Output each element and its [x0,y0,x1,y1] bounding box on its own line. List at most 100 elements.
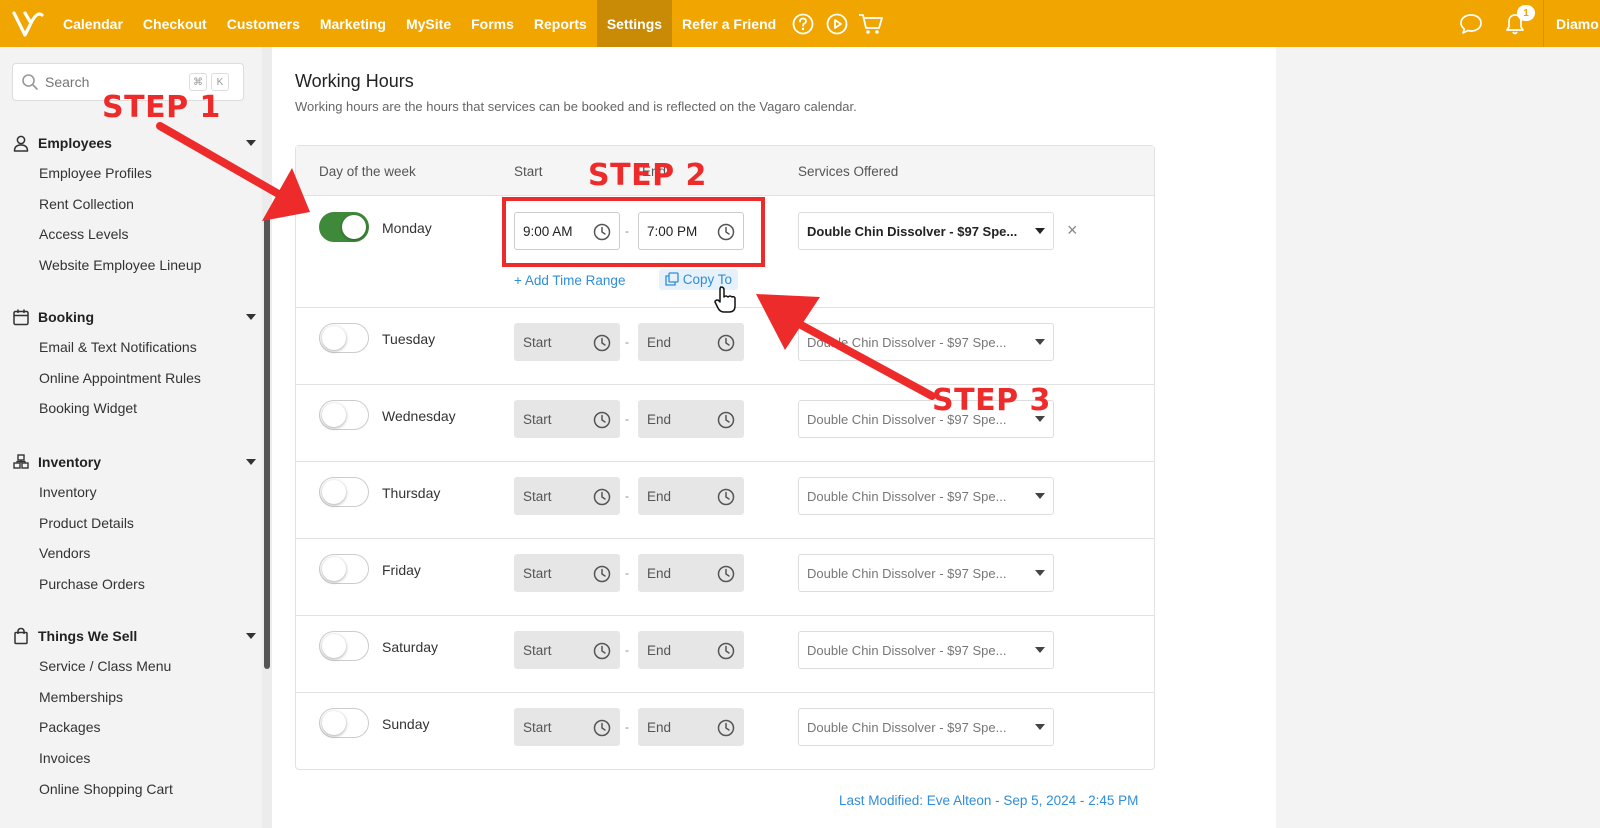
sidebar-header-inventory[interactable]: Inventory [0,447,262,477]
sidebar-item-online-shopping-cart[interactable]: Online Shopping Cart [0,773,262,804]
add-time-range-link[interactable]: + Add Time Range [514,273,625,288]
sidebar-item-service-class-menu[interactable]: Service / Class Menu [0,651,262,682]
sidebar-item-access-levels[interactable]: Access Levels [0,219,262,250]
end-time-placeholder: End [647,334,672,350]
search-input[interactable] [45,74,185,90]
sidebar-item-packages[interactable]: Packages [0,712,262,743]
day-toggle[interactable] [319,554,369,584]
sidebar-item-purchase-orders[interactable]: Purchase Orders [0,569,262,600]
time-range-separator: - [625,720,629,734]
clear-day-close-icon[interactable]: × [1067,220,1078,241]
page-title: Working Hours [295,71,414,91]
day-label: Thursday [382,485,441,501]
services-offered-select[interactable]: Double Chin Dissolver - $97 Spe... [798,477,1054,515]
services-offered-select[interactable]: Double Chin Dissolver - $97 Spe... [798,323,1054,361]
annotation-step-3: STEP 3 [932,383,1051,418]
sidebar-header-label: Employees [38,135,112,151]
end-time-placeholder: End [647,488,672,504]
start-time-input[interactable]: Start [514,323,620,361]
notifications-bell-icon[interactable]: 1 [1493,0,1537,47]
help-icon[interactable] [786,0,820,47]
services-offered-select[interactable]: Double Chin Dissolver - $97 Spe... [798,554,1054,592]
copy-to-button[interactable]: Copy To [659,269,739,290]
shopping-bag-icon [14,627,28,645]
end-time-input[interactable]: End [638,400,744,438]
time-range-separator: - [625,412,629,426]
notification-badge: 1 [1517,5,1535,21]
sidebar-item-invoices[interactable]: Invoices [0,743,262,774]
dropdown-caret-icon [1035,724,1045,730]
start-time-input[interactable]: Start [514,631,620,669]
boxes-icon [13,454,29,469]
user-account-menu[interactable]: Diamo [1550,16,1600,32]
calendar-icon [13,309,29,326]
start-time-input[interactable]: Start [514,477,620,515]
sidebar-item-online-appointment-rules[interactable]: Online Appointment Rules [0,363,262,394]
start-time-input[interactable]: Start [514,554,620,592]
day-toggle[interactable] [319,477,369,507]
end-time-input[interactable]: End [638,323,744,361]
shortcut-k-key: K [211,73,229,91]
start-time-placeholder: Start [523,411,552,427]
end-time-input[interactable]: End [638,708,744,746]
sidebar-item-rent-collection[interactable]: Rent Collection [0,189,262,220]
services-offered-value: Double Chin Dissolver - $97 Spe... [807,488,1007,504]
services-offered-value: Double Chin Dissolver - $97 Spe... [807,719,1007,735]
end-time-input[interactable]: End [638,477,744,515]
day-toggle[interactable] [319,400,369,430]
nav-refer-a-friend[interactable]: Refer a Friend [672,0,786,47]
nav-mysite[interactable]: MySite [396,0,461,47]
nav-checkout[interactable]: Checkout [133,0,217,47]
sidebar-header-employees[interactable]: Employees [0,128,262,158]
day-toggle[interactable] [319,631,369,661]
services-offered-select[interactable]: Double Chin Dissolver - $97 Spe... [798,212,1054,250]
sidebar-scrollbar-thumb[interactable] [264,217,270,669]
nav-marketing[interactable]: Marketing [310,0,396,47]
nav-settings[interactable]: Settings [596,0,673,47]
end-time-input[interactable]: End [638,631,744,669]
day-toggle[interactable] [319,212,369,242]
services-offered-value: Double Chin Dissolver - $97 Spe... [807,565,1007,581]
day-toggle[interactable] [319,708,369,738]
dropdown-caret-icon [1035,647,1045,653]
start-time-input[interactable]: Start [514,400,620,438]
sidebar-item-email-text-notifications[interactable]: Email & Text Notifications [0,332,262,363]
chat-icon[interactable] [1449,0,1493,47]
nav-reports[interactable]: Reports [524,0,597,47]
sidebar-item-website-employee-lineup[interactable]: Website Employee Lineup [0,250,262,281]
copy-to-label: Copy To [682,272,733,287]
play-video-icon[interactable] [820,0,854,47]
sidebar-item-inventory[interactable]: Inventory [0,477,262,508]
clock-icon [593,719,611,737]
end-time-input[interactable]: End [638,554,744,592]
sidebar-item-vendors[interactable]: Vendors [0,538,262,569]
nav-divider [1543,0,1544,47]
nav-forms[interactable]: Forms [461,0,524,47]
sidebar-item-product-details[interactable]: Product Details [0,508,262,539]
clock-icon [717,565,735,583]
sidebar-item-employee-profiles[interactable]: Employee Profiles [0,158,262,189]
shopping-cart-icon[interactable] [854,0,888,47]
services-offered-value: Double Chin Dissolver - $97 Spe... [807,334,1007,350]
last-modified-link[interactable]: Last Modified: Eve Alteon - Sep 5, 2024 … [839,793,1138,808]
services-offered-value: Double Chin Dissolver - $97 Spe... [807,223,1018,239]
services-offered-select[interactable]: Double Chin Dissolver - $97 Spe... [798,631,1054,669]
sidebar-item-booking-widget[interactable]: Booking Widget [0,393,262,424]
sidebar-header-things-we-sell[interactable]: Things We Sell [0,621,262,651]
nav-calendar[interactable]: Calendar [53,0,133,47]
column-header-day: Day of the week [319,164,416,179]
nav-customers[interactable]: Customers [217,0,310,47]
services-offered-select[interactable]: Double Chin Dissolver - $97 Spe... [798,708,1054,746]
sidebar-header-label: Things We Sell [38,628,138,644]
column-header-services: Services Offered [798,164,899,179]
day-label: Tuesday [382,331,436,347]
clock-icon [593,488,611,506]
day-toggle[interactable] [319,323,369,353]
sidebar-item-memberships[interactable]: Memberships [0,682,262,713]
sidebar-header-booking[interactable]: Booking [0,302,262,332]
day-row-tuesday: Tuesday Start - End Double Chin Dissolve… [296,308,1154,385]
end-time-placeholder: End [647,565,672,581]
start-time-input[interactable]: Start [514,708,620,746]
start-time-placeholder: Start [523,719,552,735]
vagaro-logo[interactable] [3,0,53,47]
